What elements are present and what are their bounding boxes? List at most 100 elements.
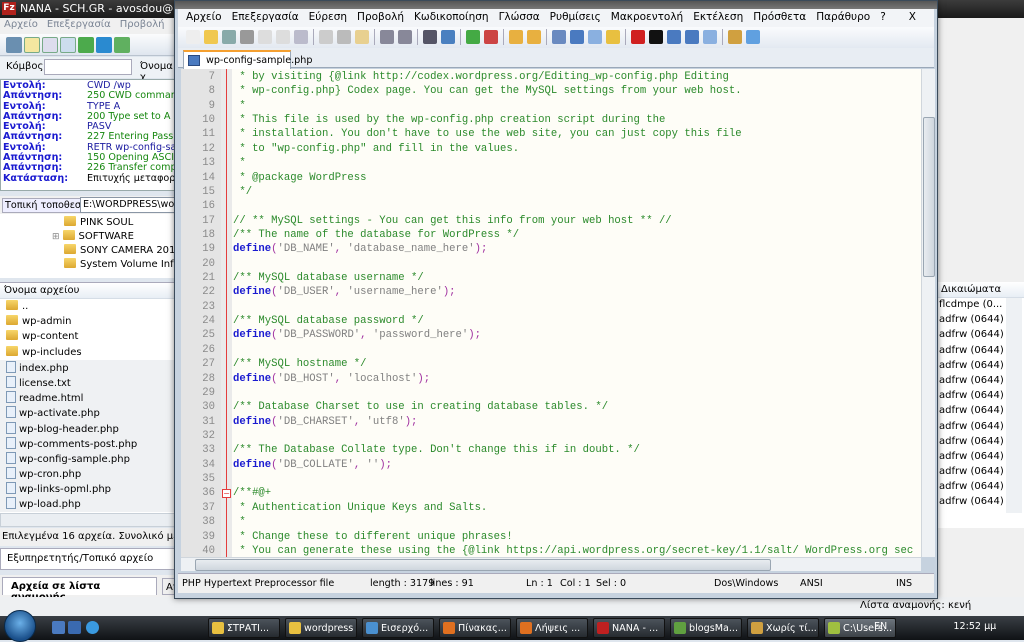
file-row[interactable]: license.txt: [0, 374, 180, 391]
print-icon[interactable]: [294, 30, 308, 44]
menu-item[interactable]: Ρυθμίσεις: [550, 11, 601, 23]
taskbar-item[interactable]: wordpress: [285, 618, 357, 638]
record-macro-icon[interactable]: [631, 30, 645, 44]
zoom-in-icon[interactable]: [466, 30, 480, 44]
scrollbar-thumb[interactable]: [923, 117, 935, 277]
sync-h-icon[interactable]: [527, 30, 541, 44]
menu-item[interactable]: Παράθυρο: [816, 11, 870, 23]
column-header-permissions[interactable]: Δικαιώματα: [937, 282, 1024, 298]
taskbar-item[interactable]: ΣΤΡΑΤΙ...: [208, 618, 280, 638]
tree-item[interactable]: ⊞ SOFTWARE: [52, 230, 134, 244]
taskbar-item[interactable]: Χωρίς τί...: [747, 618, 819, 638]
file-row[interactable]: index.php: [0, 359, 180, 375]
start-button[interactable]: [4, 610, 36, 642]
file-row[interactable]: wp-links-opml.php: [0, 481, 180, 497]
taskbar-item[interactable]: Πίνακας...: [439, 618, 511, 638]
file-row[interactable]: wp-admin: [0, 314, 180, 329]
tab-wp-config-sample[interactable]: wp-config-sample.php: [183, 50, 312, 69]
file-row[interactable]: wp-load.php: [0, 496, 180, 512]
zoom-out-icon[interactable]: [484, 30, 498, 44]
editor-horizontal-scrollbar[interactable]: [181, 557, 921, 571]
language-indicator[interactable]: EN: [874, 621, 887, 632]
file-row[interactable]: wp-comments-post.php: [0, 435, 180, 451]
open-icon[interactable]: [204, 30, 218, 44]
toggle-remote-tree-icon[interactable]: [60, 37, 76, 53]
tree-item[interactable]: PINK SOUL: [64, 216, 133, 230]
taskbar-item[interactable]: blogsMa...: [670, 618, 742, 638]
toggle-queue-icon[interactable]: [78, 37, 94, 53]
toggle-tree-icon[interactable]: [42, 37, 58, 53]
sync-v-icon[interactable]: [509, 30, 523, 44]
host-input[interactable]: [44, 59, 132, 75]
undo-icon[interactable]: [380, 30, 394, 44]
scrollbar-thumb[interactable]: [195, 559, 771, 571]
menu-item[interactable]: Κωδικοποίηση: [414, 11, 489, 23]
menu-edit[interactable]: Επεξεργασία: [47, 19, 111, 30]
refresh-icon[interactable]: [96, 37, 112, 53]
tree-item[interactable]: SONY CAMERA 2010: [64, 244, 182, 258]
show-all-icon[interactable]: [570, 30, 584, 44]
file-list-horizontal-scrollbar[interactable]: [0, 513, 180, 527]
close-icon[interactable]: [258, 30, 272, 44]
menu-item[interactable]: Μακροεντολή: [611, 11, 683, 23]
column-header-filename[interactable]: Όνομα αρχείου: [0, 283, 180, 299]
internet-explorer-icon[interactable]: [86, 621, 99, 634]
indent-guide-icon[interactable]: [588, 30, 602, 44]
spell-check-icon[interactable]: [746, 30, 760, 44]
cut-icon[interactable]: [319, 30, 333, 44]
menu-item[interactable]: Εύρεση: [309, 11, 347, 23]
launch-icon[interactable]: [728, 30, 742, 44]
file-row[interactable]: wp-activate.php: [0, 405, 180, 421]
paste-icon[interactable]: [355, 30, 369, 44]
redo-icon[interactable]: [398, 30, 412, 44]
show-desktop-icon[interactable]: [52, 621, 65, 634]
file-row[interactable]: readme.html: [0, 390, 180, 406]
file-row[interactable]: wp-config-sample.php: [0, 450, 180, 467]
word-wrap-icon[interactable]: [552, 30, 566, 44]
menu-item[interactable]: Πρόσθετα: [753, 11, 806, 23]
udl-icon[interactable]: [606, 30, 620, 44]
taskbar-item[interactable]: NANA - ...: [593, 618, 665, 638]
process-queue-icon[interactable]: [114, 37, 130, 53]
code-editor[interactable]: 7 * by visiting {@link http://codex.word…: [181, 69, 921, 557]
taskbar-item[interactable]: Εισερχό...: [362, 618, 434, 638]
close-document-button[interactable]: X: [909, 11, 916, 23]
menu-file[interactable]: Αρχείο: [4, 19, 38, 30]
menu-item[interactable]: Γλώσσα: [499, 11, 540, 23]
file-row[interactable]: ..: [0, 299, 180, 314]
file-row[interactable]: wp-content: [0, 329, 180, 344]
taskbar-item[interactable]: Λήψεις ...: [516, 618, 588, 638]
menu-item[interactable]: Προβολή: [357, 11, 404, 23]
local-site-path-input[interactable]: E:\WORDPRESS\wordpr: [80, 197, 180, 213]
line-number: 14: [202, 171, 215, 184]
file-row[interactable]: wp-blog-header.php: [0, 420, 180, 436]
find-icon[interactable]: [423, 30, 437, 44]
toggle-log-icon[interactable]: [24, 37, 40, 53]
clock[interactable]: 12:52 μμ: [953, 621, 996, 632]
site-manager-icon[interactable]: [6, 37, 22, 53]
run-macro-multiple-icon[interactable]: [685, 30, 699, 44]
remote-list-scrollbar[interactable]: [1006, 298, 1022, 513]
menu-item[interactable]: Εκτέλεση: [693, 11, 743, 23]
file-row[interactable]: wp-includes: [0, 345, 180, 360]
menu-view[interactable]: Προβολή: [120, 19, 165, 30]
expand-icon[interactable]: ⊞: [52, 232, 60, 242]
menu-item[interactable]: Αρχείο: [186, 11, 222, 23]
save-macro-icon[interactable]: [703, 30, 717, 44]
menu-item[interactable]: ?: [880, 11, 886, 23]
fold-collapse-icon[interactable]: −: [222, 489, 231, 499]
window-controls[interactable]: [1008, 0, 1024, 18]
editor-vertical-scrollbar[interactable]: [921, 69, 935, 557]
play-macro-icon[interactable]: [667, 30, 681, 44]
tab-queued-files[interactable]: Αρχεία σε λίστα αναμονής: [2, 577, 157, 603]
replace-icon[interactable]: [441, 30, 455, 44]
file-row[interactable]: wp-cron.php: [0, 466, 180, 482]
save-all-icon[interactable]: [240, 30, 254, 44]
new-icon[interactable]: [186, 30, 200, 44]
switch-windows-icon[interactable]: [68, 621, 81, 634]
copy-icon[interactable]: [337, 30, 351, 44]
close-all-icon[interactable]: [276, 30, 290, 44]
stop-record-icon[interactable]: [649, 30, 663, 44]
menu-item[interactable]: Επεξεργασία: [232, 11, 299, 23]
save-icon[interactable]: [222, 30, 236, 44]
